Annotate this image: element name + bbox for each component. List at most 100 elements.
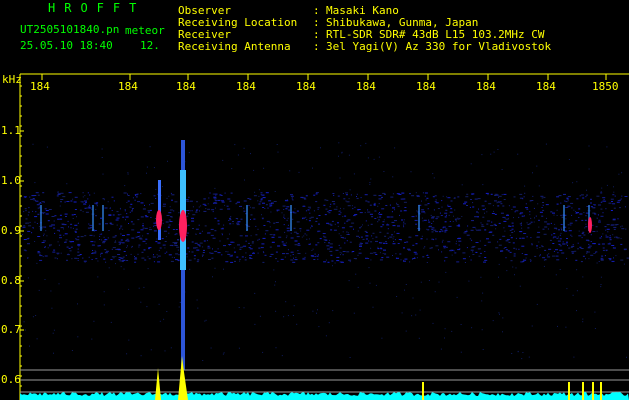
noise-speck — [615, 224, 619, 225]
noise-speck — [477, 198, 481, 200]
noise-speck — [482, 208, 485, 210]
noise-speck — [457, 238, 461, 240]
noise-speck — [576, 198, 579, 200]
noise-speck — [56, 258, 58, 260]
noise-speck — [600, 259, 604, 261]
noise-speck — [621, 195, 623, 197]
noise-speck — [570, 224, 572, 226]
noise-speck — [455, 220, 457, 222]
noise-speck — [378, 203, 380, 205]
noise-speck — [346, 251, 350, 253]
noise-speck — [507, 217, 509, 219]
noise-speck — [155, 198, 157, 199]
noise-speck — [421, 235, 423, 237]
noise-speck — [201, 254, 204, 256]
noise-speck — [191, 241, 194, 243]
noise-speck — [25, 222, 28, 224]
noise-speck — [389, 236, 393, 238]
noise-speck — [626, 356, 627, 358]
noise-speck — [431, 227, 435, 229]
noise-speck — [90, 227, 93, 229]
noise-speck — [93, 320, 95, 322]
noise-speck — [147, 268, 149, 270]
noise-speck — [249, 257, 252, 259]
noise-speck — [347, 219, 351, 221]
noise-speck — [381, 337, 383, 339]
echo-streak — [563, 205, 565, 231]
noise-speck — [609, 259, 612, 261]
noise-speck — [523, 259, 525, 261]
noise-speck — [260, 247, 264, 249]
noise-speck — [592, 207, 596, 209]
noise-speck — [416, 257, 418, 259]
noise-speck — [100, 252, 103, 254]
noise-speck — [338, 142, 340, 144]
noise-speck — [170, 260, 174, 262]
noise-speck — [515, 267, 517, 269]
noise-speck — [120, 227, 122, 229]
noise-speck — [487, 194, 489, 196]
noise-speck — [306, 229, 310, 231]
noise-speck — [500, 250, 501, 252]
noise-speck — [557, 236, 559, 238]
noise-speck — [555, 249, 558, 251]
noise-speck — [157, 255, 161, 257]
noise-speck — [504, 217, 506, 219]
noise-speck — [600, 215, 604, 217]
noise-speck — [63, 234, 65, 236]
noise-speck — [330, 203, 332, 205]
noise-speck — [112, 236, 116, 238]
noise-speck — [23, 321, 25, 323]
noise-speck — [434, 201, 437, 203]
noise-speck — [478, 208, 479, 210]
meteor-label: meteor — [125, 24, 165, 37]
noise-speck — [208, 259, 211, 260]
noise-speck — [444, 337, 445, 339]
noise-speck — [567, 245, 568, 246]
noise-speck — [571, 207, 573, 209]
noise-speck — [143, 286, 145, 288]
noise-speck — [95, 208, 97, 210]
noise-speck — [604, 255, 606, 257]
noise-speck — [362, 224, 363, 226]
noise-speck — [396, 232, 400, 234]
noise-speck — [93, 230, 95, 232]
noise-speck — [210, 252, 214, 254]
signal-baseline — [20, 392, 629, 400]
noise-speck — [54, 257, 57, 259]
noise-speck — [115, 263, 116, 265]
noise-speck — [426, 262, 428, 263]
noise-speck — [60, 199, 64, 200]
noise-speck — [483, 261, 486, 263]
noise-speck — [590, 198, 592, 200]
noise-speck — [593, 253, 595, 254]
noise-speck — [443, 245, 447, 247]
noise-speck — [147, 233, 149, 235]
noise-speck — [162, 219, 164, 221]
noise-speck — [130, 253, 132, 255]
noise-speck — [378, 213, 380, 215]
noise-speck — [559, 269, 561, 270]
noise-speck — [250, 245, 252, 246]
noise-speck — [135, 236, 138, 238]
noise-speck — [239, 258, 241, 260]
noise-speck — [612, 203, 616, 205]
noise-speck — [481, 225, 485, 227]
noise-speck — [440, 215, 443, 216]
noise-speck — [243, 200, 247, 202]
noise-speck — [115, 240, 116, 242]
noise-speck — [92, 252, 95, 254]
noise-speck — [447, 204, 449, 206]
noise-speck — [542, 209, 545, 211]
noise-speck — [85, 201, 87, 203]
noise-speck — [84, 203, 86, 205]
noise-speck — [171, 199, 173, 201]
noise-speck — [424, 212, 426, 214]
noise-speck — [316, 217, 318, 219]
noise-speck — [487, 220, 491, 222]
noise-speck — [126, 238, 129, 240]
noise-speck — [512, 242, 515, 244]
noise-speck — [498, 201, 500, 203]
noise-speck — [146, 306, 148, 308]
noise-speck — [525, 257, 527, 259]
